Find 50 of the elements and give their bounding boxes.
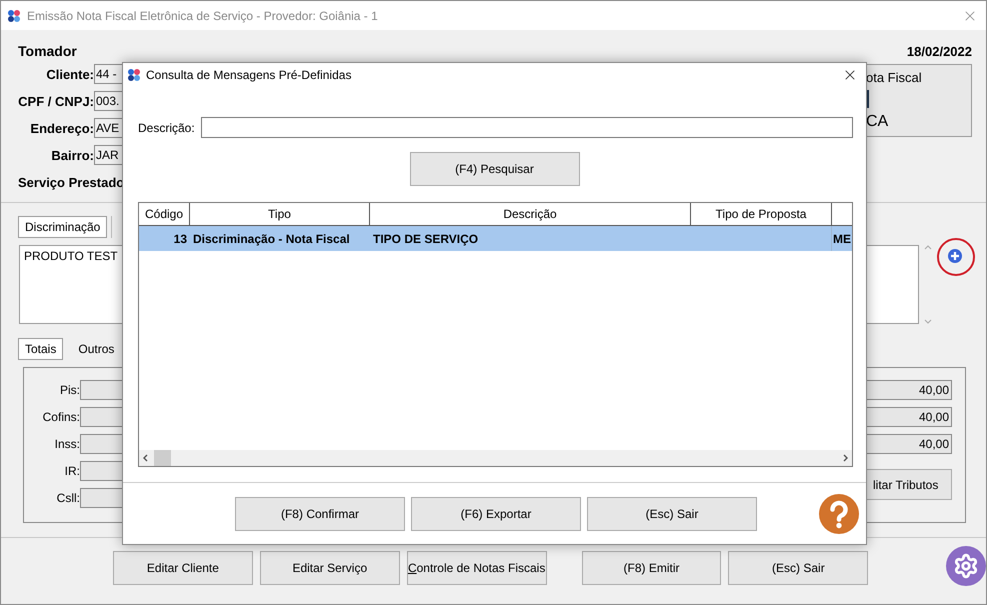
- tab[interactable]: Totais: [18, 338, 64, 360]
- action-button[interactable]: (Esc) Sair: [728, 550, 868, 584]
- action-button[interactable]: (F8) Emitir: [582, 550, 722, 584]
- action-button[interactable]: Editar Cliente: [113, 550, 253, 584]
- table-cell: Discriminação - Nota Fiscal: [193, 232, 350, 246]
- dialog-title: Consulta de Mensagens Pré-Definidas: [146, 68, 352, 82]
- section-heading: Tomador: [18, 43, 77, 59]
- column-header[interactable]: Descrição: [370, 203, 691, 225]
- app-logo-icon: [127, 68, 141, 82]
- field-label: CPF / CNPJ:: [18, 94, 94, 108]
- field-label: Pis:: [58, 383, 80, 397]
- chevron-up-icon[interactable]: [924, 245, 932, 250]
- column-header[interactable]: Tipo de Proposta: [691, 203, 832, 225]
- panel-text: ota Fiscal: [866, 70, 923, 85]
- table-cell: 13: [174, 232, 187, 246]
- section-heading: Serviço Prestado: [18, 174, 124, 190]
- settings-icon[interactable]: [946, 546, 986, 586]
- action-button[interactable]: Controle de Notas Fiscais: [406, 550, 547, 584]
- field-label: Cliente:: [45, 66, 94, 82]
- add-icon[interactable]: [936, 237, 976, 277]
- search-button[interactable]: (F4) Pesquisar: [410, 152, 580, 186]
- panel-text: CA: [866, 113, 890, 131]
- date-text: 18/02/2022: [906, 44, 972, 58]
- field-label: Endereço:: [29, 120, 94, 136]
- chevron-down-icon[interactable]: [924, 319, 932, 324]
- field-label: Csll:: [56, 491, 80, 505]
- edit-taxes-button[interactable]: litar Tributos: [866, 469, 952, 500]
- field-label: Descrição:: [138, 120, 195, 134]
- tab[interactable]: Discriminação: [18, 216, 108, 238]
- app-logo-icon: [7, 8, 21, 22]
- action-button[interactable]: (F6) Exportar: [411, 496, 581, 530]
- help-icon[interactable]: [819, 494, 859, 534]
- action-button[interactable]: Editar Serviço: [260, 550, 400, 584]
- field-label: IR:: [64, 464, 80, 478]
- window-title: Emissão Nota Fiscal Eletrônica de Serviço - Provedor: Goiânia - 1: [27, 8, 379, 22]
- field-label: Bairro:: [50, 148, 94, 162]
- action-button[interactable]: (F8) Confirmar: [235, 496, 405, 530]
- table-cell: ME: [833, 232, 851, 246]
- chevron-right-icon[interactable]: [843, 454, 848, 462]
- field-label: Cofins:: [42, 410, 80, 424]
- chevron-left-icon[interactable]: [143, 454, 148, 462]
- action-button[interactable]: (Esc) Sair: [587, 496, 757, 530]
- column-header[interactable]: Código: [139, 203, 190, 225]
- field-label: Inss:: [54, 437, 80, 451]
- column-header[interactable]: Tipo: [190, 203, 370, 225]
- table-row[interactable]: 13 Discriminação - Nota Fiscal TIPO DE SERVIÇO ME: [139, 226, 852, 251]
- scrollbar[interactable]: [139, 450, 852, 466]
- search-field[interactable]: [200, 117, 853, 138]
- scroll-thumb[interactable]: [154, 450, 171, 466]
- table-cell: TIPO DE SERVIÇO: [373, 232, 478, 246]
